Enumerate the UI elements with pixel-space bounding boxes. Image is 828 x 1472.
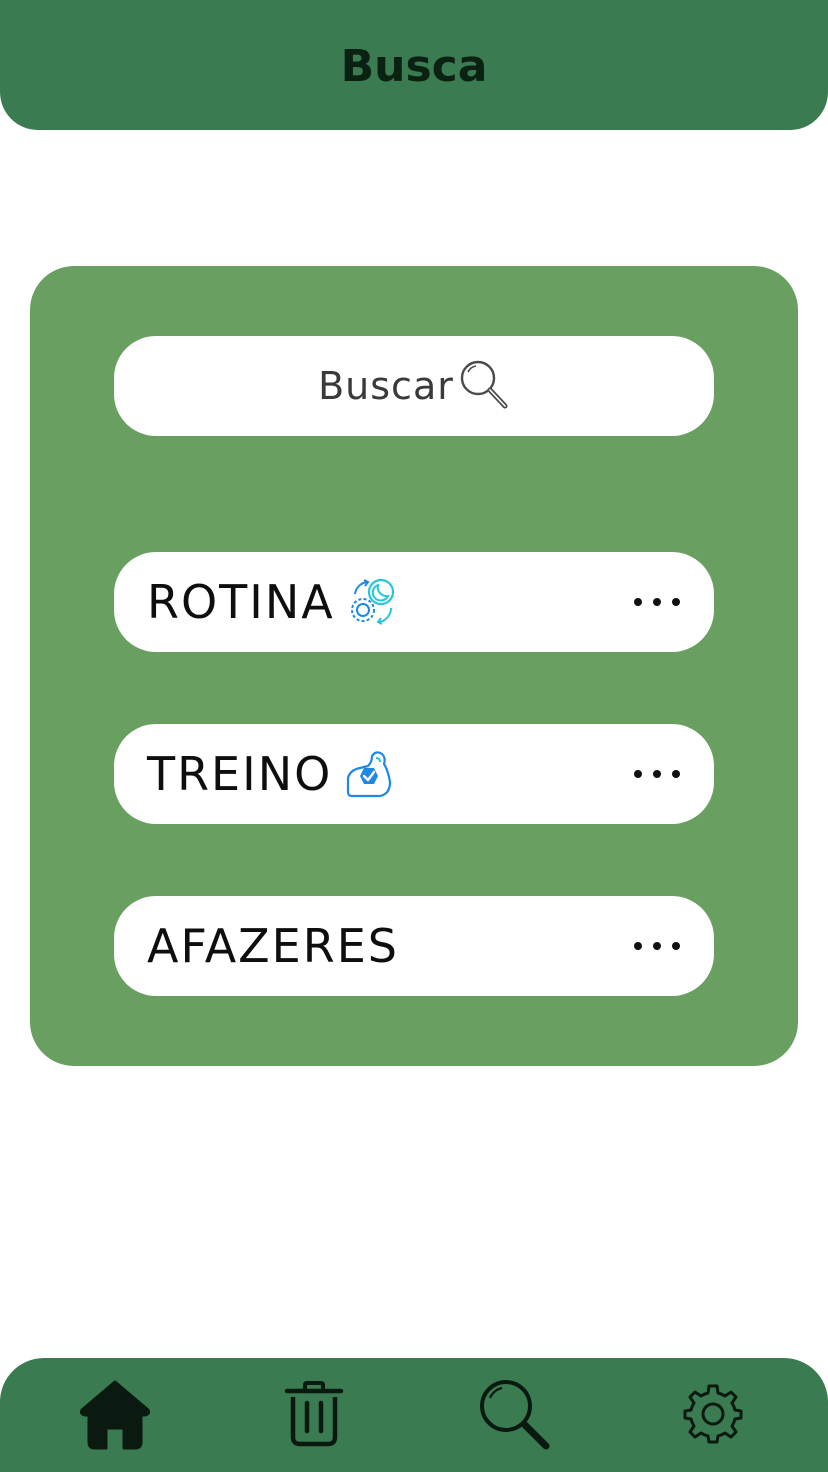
gear-icon [682, 1383, 744, 1449]
more-options-button[interactable] [634, 939, 680, 953]
bottom-nav [0, 1358, 828, 1472]
list-item-label: TREINO [147, 747, 333, 801]
list-item-rotina[interactable]: ROTINA [114, 552, 714, 652]
more-dot [653, 942, 661, 950]
more-dots-icon [634, 942, 642, 950]
nav-search-button[interactable] [474, 1376, 554, 1456]
more-options-button[interactable] [634, 595, 680, 609]
list-item-treino[interactable]: TREINO [114, 724, 714, 824]
search-input-label: Buscar [318, 364, 454, 408]
more-options-button[interactable] [634, 767, 680, 781]
more-dots-icon [634, 770, 642, 778]
header-bar: Busca [0, 0, 828, 130]
page-title: Busca [340, 40, 488, 92]
flexed-arm-icon [344, 748, 394, 800]
search-input[interactable]: Buscar [114, 336, 714, 436]
magnifier-icon [458, 358, 510, 412]
home-icon [78, 1378, 152, 1454]
nav-trash-button[interactable] [274, 1376, 354, 1456]
day-night-cycle-icon [347, 576, 397, 628]
more-dots-icon [634, 598, 642, 606]
more-dot [672, 770, 680, 778]
search-icon [476, 1376, 552, 1456]
more-dot [672, 942, 680, 950]
nav-home-button[interactable] [75, 1376, 155, 1456]
more-dot [672, 598, 680, 606]
trash-icon [283, 1381, 345, 1451]
nav-settings-button[interactable] [673, 1376, 753, 1456]
search-panel: Buscar ROTINA TREINO AFAZERES [30, 266, 798, 1066]
list-item-afazeres[interactable]: AFAZERES [114, 896, 714, 996]
more-dot [653, 598, 661, 606]
more-dot [653, 770, 661, 778]
list-item-label: AFAZERES [147, 919, 399, 973]
list-item-label: ROTINA [147, 575, 335, 629]
